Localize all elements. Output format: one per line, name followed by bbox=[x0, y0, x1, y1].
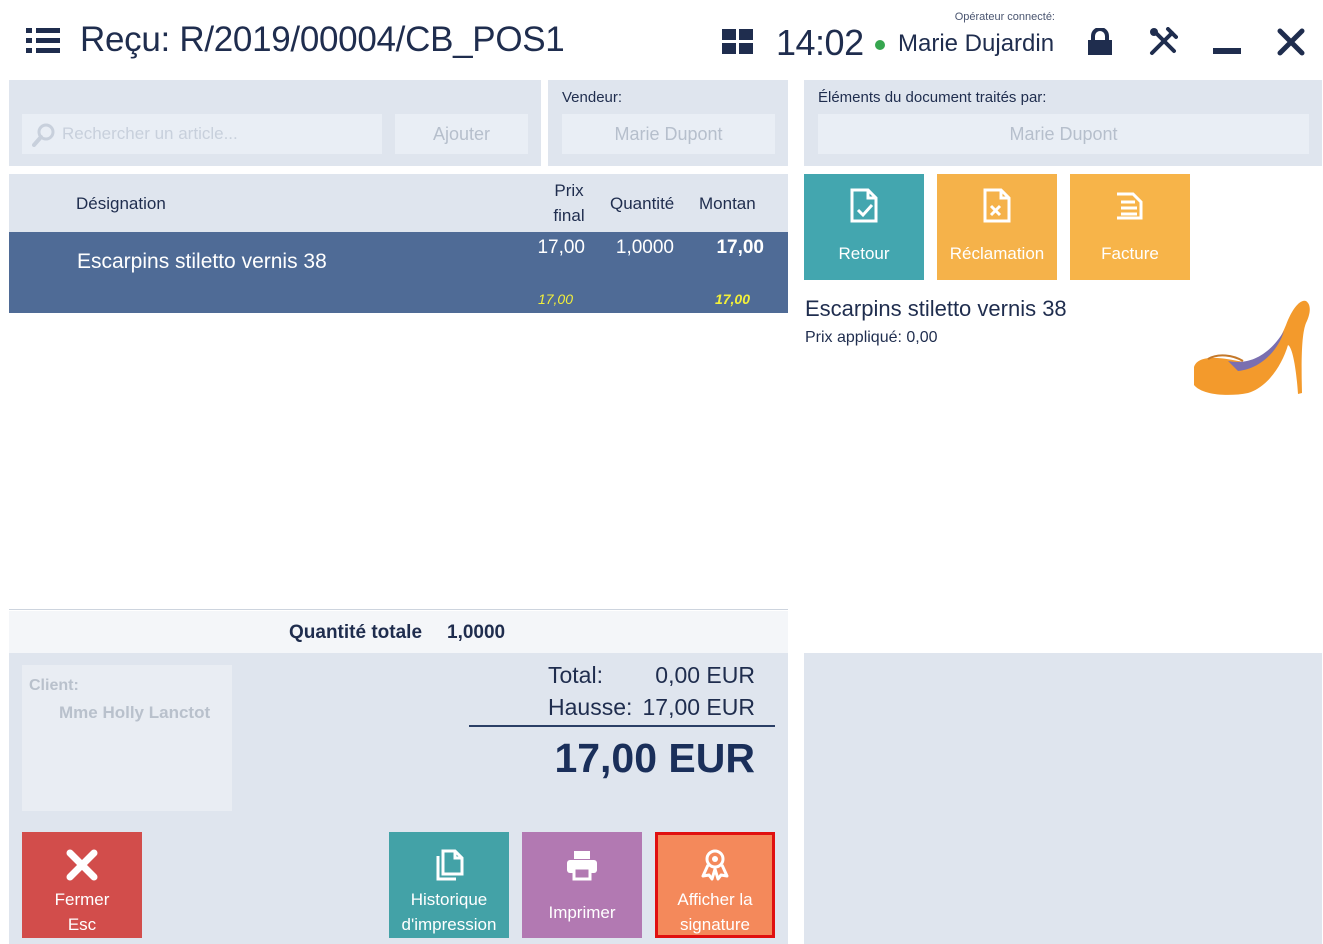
price-applied: Prix appliqué: 0,00 bbox=[805, 329, 938, 346]
search-icon bbox=[32, 123, 56, 152]
row-quantity: 1,0000 bbox=[615, 237, 674, 258]
document-check-icon bbox=[804, 188, 924, 228]
column-price-line1[interactable]: Prix bbox=[550, 181, 588, 201]
product-image bbox=[1188, 295, 1313, 400]
menu-list-icon[interactable] bbox=[26, 28, 60, 54]
print-history-label-1: Historique bbox=[410, 890, 488, 909]
row-price: 17,00 bbox=[537, 237, 585, 258]
lock-icon[interactable] bbox=[1085, 27, 1115, 56]
grid-tiles-icon[interactable] bbox=[722, 29, 754, 55]
reclamation-button[interactable]: Réclamation bbox=[937, 174, 1057, 280]
column-designation[interactable]: Désignation bbox=[76, 194, 166, 214]
online-status-dot bbox=[875, 40, 885, 50]
grand-total: 17,00 EUR bbox=[554, 735, 755, 781]
print-history-button[interactable]: Historique d'impression bbox=[389, 832, 509, 938]
handled-by-field[interactable]: Marie Dupont bbox=[818, 114, 1309, 154]
vendor-panel: Vendeur: Marie Dupont bbox=[548, 80, 788, 166]
operator-caption: Opérateur connecté: bbox=[954, 11, 1055, 23]
vendor-field[interactable]: Marie Dupont bbox=[562, 114, 775, 154]
clock: 14:02 bbox=[776, 22, 864, 63]
row-sub-amount: 17,00 bbox=[714, 291, 750, 307]
row-amount: 17,00 bbox=[716, 237, 764, 258]
client-box[interactable]: Client: Mme Holly Lanctot bbox=[22, 665, 232, 811]
facture-button[interactable]: Facture bbox=[1070, 174, 1190, 280]
table-body[interactable] bbox=[9, 313, 788, 610]
quantity-total-bar: Quantité totale 1,0000 bbox=[9, 611, 788, 653]
document-x-icon bbox=[937, 188, 1057, 228]
row-name: Escarpins stiletto vernis 38 bbox=[77, 250, 327, 273]
product-name: Escarpins stiletto vernis 38 bbox=[805, 296, 1067, 321]
table-row[interactable]: Escarpins stiletto vernis 38 17,00 1,000… bbox=[9, 232, 788, 313]
print-label: Imprimer bbox=[548, 903, 616, 922]
add-button[interactable]: Ajouter bbox=[395, 114, 528, 154]
facture-label: Facture bbox=[1101, 244, 1159, 263]
close-button[interactable]: Fermer Esc bbox=[22, 832, 142, 938]
bottom-right-panel bbox=[804, 653, 1322, 944]
close-shortcut: Esc bbox=[67, 915, 97, 934]
retour-label: Retour bbox=[838, 244, 890, 263]
search-box[interactable] bbox=[22, 114, 382, 154]
hausse-value: 17,00 EUR bbox=[642, 694, 755, 720]
operator-name[interactable]: Marie Dujardin bbox=[898, 30, 1054, 58]
total-label: Total: bbox=[548, 662, 603, 688]
show-signature-button[interactable]: Afficher la signature bbox=[655, 832, 775, 938]
minimize-icon[interactable] bbox=[1213, 48, 1241, 54]
row-sub-price: 17,00 bbox=[537, 291, 573, 307]
print-history-label-2: d'impression bbox=[401, 915, 497, 934]
retour-button[interactable]: Retour bbox=[804, 174, 924, 280]
award-ribbon-icon bbox=[655, 848, 775, 882]
document-lines-icon bbox=[1070, 188, 1190, 228]
handled-by-panel: Éléments du document traités par: Marie … bbox=[804, 80, 1322, 166]
hausse-label: Hausse: bbox=[548, 694, 633, 720]
totals-divider bbox=[469, 725, 775, 727]
print-button[interactable]: Imprimer bbox=[522, 832, 642, 938]
show-signature-label-2: signature bbox=[680, 915, 750, 934]
printer-icon bbox=[522, 848, 642, 882]
total-value: 0,00 EUR bbox=[655, 662, 755, 688]
search-input[interactable] bbox=[62, 114, 372, 154]
handled-by-label: Éléments du document traités par: bbox=[818, 89, 1047, 106]
reclamation-label: Réclamation bbox=[949, 244, 1045, 263]
close-x-icon bbox=[22, 848, 142, 882]
close-label: Fermer bbox=[54, 890, 110, 909]
page-title: Reçu: R/2019/00004/CB_POS1 bbox=[80, 20, 565, 59]
column-price-line2[interactable]: final bbox=[550, 206, 588, 226]
bottom-summary-panel: Client: Mme Holly Lanctot Total: 0,00 EU… bbox=[9, 653, 788, 944]
tools-icon[interactable] bbox=[1148, 27, 1178, 57]
close-icon[interactable] bbox=[1276, 27, 1306, 57]
column-amount[interactable]: Montan bbox=[699, 194, 766, 214]
vendor-label: Vendeur: bbox=[562, 89, 623, 106]
quantity-total-label: Quantité totale bbox=[289, 622, 423, 643]
documents-copy-icon bbox=[389, 848, 509, 882]
client-name: Mme Holly Lanctot bbox=[59, 703, 211, 722]
client-label: Client: bbox=[29, 677, 79, 694]
app-header: Reçu: R/2019/00004/CB_POS1 14:02 Opérate… bbox=[0, 0, 1323, 80]
search-panel: Ajouter bbox=[9, 80, 541, 166]
show-signature-label-1: Afficher la bbox=[677, 890, 753, 909]
quantity-total-value: 1,0000 bbox=[447, 622, 506, 643]
table-header: Désignation Prix final Quantité Montan bbox=[9, 174, 788, 232]
column-quantity[interactable]: Quantité bbox=[610, 194, 678, 214]
